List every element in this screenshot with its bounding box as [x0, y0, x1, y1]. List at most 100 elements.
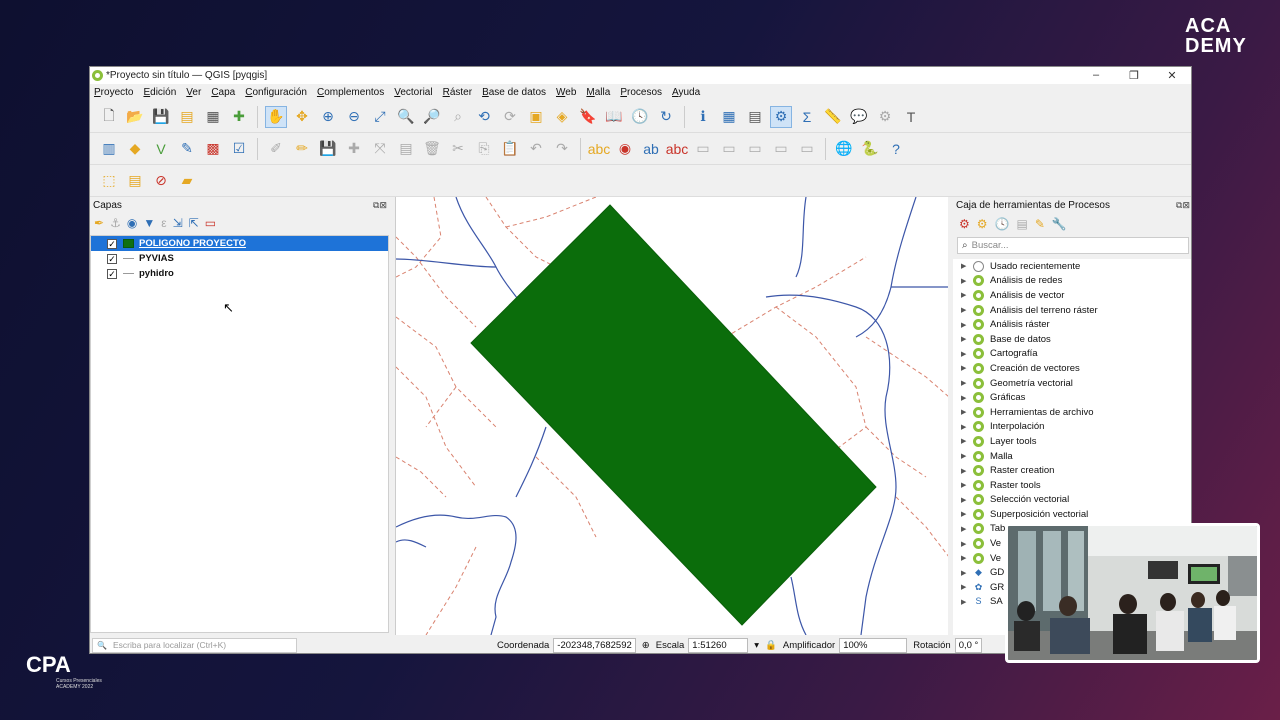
add-virtual-layer-icon[interactable]: ☑ [228, 138, 250, 160]
settings-gear-icon[interactable]: ⚙ [874, 106, 896, 128]
proc-item-group[interactable]: ▶ Raster creation [953, 463, 1191, 478]
zoom-in-icon[interactable]: ⊕ [317, 106, 339, 128]
layer-poligono-proyecto[interactable]: ✓ POLIGONO PROYECTO [91, 236, 388, 251]
identify-icon[interactable]: ℹ [692, 106, 714, 128]
expand-arrow-icon[interactable]: ▶ [961, 554, 973, 562]
expand-arrow-icon[interactable]: ▶ [961, 262, 973, 270]
add-feature-icon[interactable]: ✚ [343, 138, 365, 160]
expand-arrow-icon[interactable]: ▶ [961, 321, 973, 329]
menu-web[interactable]: Web [556, 87, 576, 98]
save-edits-icon[interactable]: 💾 [317, 138, 339, 160]
toggle-editing-icon[interactable]: ✏ [291, 138, 313, 160]
add-vector-layer-icon[interactable]: ◆ [124, 138, 146, 160]
zoom-last-icon[interactable]: ⟲ [473, 106, 495, 128]
manage-visibility-icon[interactable]: ◉ [127, 216, 137, 230]
add-wms-layer-icon[interactable]: ✎ [176, 138, 198, 160]
menu-vectorial[interactable]: Vectorial [394, 87, 432, 98]
new-3d-view-icon[interactable]: ◈ [551, 106, 573, 128]
collapse-all-icon[interactable]: ⇱ [189, 216, 199, 230]
select-by-location-icon[interactable]: ▰ [176, 170, 198, 192]
rotate-label-icon[interactable]: ▭ [718, 138, 740, 160]
expand-arrow-icon[interactable]: ▶ [961, 408, 973, 416]
expand-arrow-icon[interactable]: ▶ [961, 423, 973, 431]
bookmark-icon[interactable]: 🔖 [577, 106, 599, 128]
maximize-button[interactable]: ❐ [1115, 69, 1153, 82]
coordinate-field[interactable]: -202348,7682592 [553, 637, 636, 653]
data-source-manager-icon[interactable]: ▥ [98, 138, 120, 160]
select-features-icon[interactable]: ⬚ [98, 170, 120, 192]
menu-edicion[interactable]: Edición [143, 87, 176, 98]
proc-item-group[interactable]: ▶ Cartografía [953, 347, 1191, 362]
pan-to-selection-icon[interactable]: ✥ [291, 106, 313, 128]
proc-item-group[interactable]: ▶ Análisis del terreno ráster [953, 303, 1191, 318]
menu-ayuda[interactable]: Ayuda [672, 87, 700, 98]
proc-item-group[interactable]: ▶ Análisis de redes [953, 274, 1191, 289]
options-icon[interactable]: 🔧 [1052, 217, 1067, 231]
layer-pyhidro[interactable]: ✓ pyhidro [91, 266, 388, 281]
minimize-button[interactable]: – [1077, 69, 1115, 82]
save-project-icon[interactable]: 💾 [150, 106, 172, 128]
expand-arrow-icon[interactable]: ▶ [961, 379, 973, 387]
proc-item-group[interactable]: ▶ Herramientas de archivo [953, 405, 1191, 420]
layer-pyvias[interactable]: ✓ PYVIAS [91, 251, 388, 266]
menu-base-de-datos[interactable]: Base de datos [482, 87, 546, 98]
copy-features-icon[interactable]: ⎘ [473, 138, 495, 160]
add-delimited-text-icon[interactable]: V [150, 138, 172, 160]
expand-arrow-icon[interactable]: ▶ [961, 335, 973, 343]
layer-visibility-checkbox[interactable]: ✓ [107, 268, 117, 279]
modify-attributes-icon[interactable]: ▤ [395, 138, 417, 160]
statistics-sum-icon[interactable]: Σ [796, 106, 818, 128]
layer-visibility-checkbox[interactable]: ✓ [107, 253, 117, 264]
change-label-icon[interactable]: ▭ [744, 138, 766, 160]
history-icon[interactable]: 🕓 [995, 217, 1010, 231]
expand-all-icon[interactable]: ⇲ [173, 216, 183, 230]
proc-item-group[interactable]: ▶ Malla [953, 449, 1191, 464]
zoom-next-icon[interactable]: ⟳ [499, 106, 521, 128]
coordinate-toggle-icon[interactable]: ⊕ [642, 640, 650, 651]
proc-item-group[interactable]: ▶ Creación de vectores [953, 361, 1191, 376]
diagram-icon[interactable]: ▭ [796, 138, 818, 160]
proc-item-group[interactable]: ▶ Raster tools [953, 478, 1191, 493]
delete-selected-icon[interactable]: 🗑 [421, 138, 443, 160]
layer-labeling-icon[interactable]: ◉ [614, 138, 636, 160]
menu-malla[interactable]: Malla [586, 87, 610, 98]
proc-item-group[interactable]: ▶ Análisis de vector [953, 288, 1191, 303]
menu-complementos[interactable]: Complementos [317, 87, 384, 98]
menu-procesos[interactable]: Procesos [620, 87, 662, 98]
georeferencer-icon[interactable]: 🌐 [833, 138, 855, 160]
undo-icon[interactable]: ↶ [525, 138, 547, 160]
expand-arrow-icon[interactable]: ▶ [961, 467, 973, 475]
panel-float-close-icon[interactable]: ⧉⊠ [373, 200, 387, 211]
proc-item-group[interactable]: ▶ Interpolación [953, 420, 1191, 435]
show-hide-labels-icon[interactable]: ▭ [770, 138, 792, 160]
add-group-icon[interactable]: ⚓ [110, 216, 121, 230]
layer-style-icon[interactable]: ✒ [94, 216, 104, 230]
style-manager-icon[interactable]: ✚ [228, 106, 250, 128]
open-project-icon[interactable]: 📂 [124, 106, 146, 128]
zoom-native-icon[interactable]: ⌕ [447, 106, 469, 128]
expand-arrow-icon[interactable]: ▶ [961, 540, 973, 548]
highlight-labels-icon[interactable]: abc [666, 138, 689, 160]
menu-ver[interactable]: Ver [186, 87, 201, 98]
menu-configuracion[interactable]: Configuración [245, 87, 307, 98]
processing-toolbox-icon[interactable]: ⚙ [770, 105, 792, 128]
expand-arrow-icon[interactable]: ▶ [961, 569, 973, 577]
proc-item-group[interactable]: ▶ Selección vectorial [953, 493, 1191, 508]
filter-legend-icon[interactable]: ▼ [143, 216, 155, 230]
move-label-icon[interactable]: ▭ [692, 138, 714, 160]
proc-item-group[interactable]: ▶ Análisis ráster [953, 317, 1191, 332]
select-by-value-icon[interactable]: ▤ [124, 170, 146, 192]
close-button[interactable]: ✕ [1153, 69, 1191, 82]
results-viewer-icon[interactable]: ▤ [1016, 217, 1027, 231]
expand-arrow-icon[interactable]: ▶ [961, 291, 973, 299]
proc-item-group[interactable]: ▶ Layer tools [953, 434, 1191, 449]
field-calculator-icon[interactable]: ▤ [744, 106, 766, 128]
expand-arrow-icon[interactable]: ▶ [961, 510, 973, 518]
zoom-layer-icon[interactable]: 🔎 [421, 106, 443, 128]
menu-raster[interactable]: Ráster [443, 87, 472, 98]
expand-arrow-icon[interactable]: ▶ [961, 525, 973, 533]
scripts-icon[interactable]: ⚙ [977, 217, 988, 231]
magnifier-field[interactable]: 100% [839, 637, 908, 653]
scale-field[interactable]: 1:51260 [688, 637, 749, 653]
text-annotation-icon[interactable]: T [900, 106, 922, 128]
